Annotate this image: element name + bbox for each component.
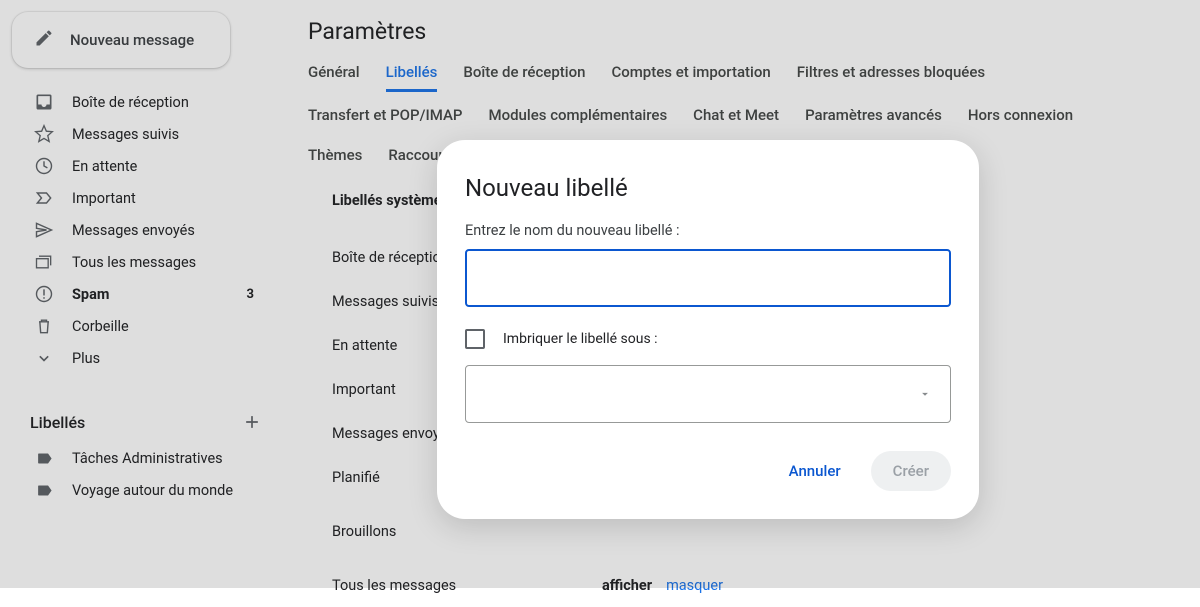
sidebar-item-label: Boîte de réception: [72, 94, 189, 111]
tab-general[interactable]: Général: [308, 63, 360, 92]
tab-accounts[interactable]: Comptes et importation: [611, 63, 770, 92]
tab-labels[interactable]: Libellés: [386, 63, 438, 92]
hide-link[interactable]: masquer: [666, 577, 723, 594]
chevron-down-icon: [34, 348, 54, 368]
nest-checkbox[interactable]: [465, 329, 485, 349]
send-icon: [34, 220, 54, 240]
tab-chat[interactable]: Chat et Meet: [693, 106, 779, 132]
sidebar-item-inbox[interactable]: Boîte de réception: [8, 86, 280, 118]
sidebar-item-starred[interactable]: Messages suivis: [8, 118, 280, 150]
page-title: Paramètres: [280, 18, 1200, 63]
sidebar-item-label: Messages envoyés: [72, 222, 195, 239]
stacked-mail-icon: [34, 252, 54, 272]
trash-icon: [34, 316, 54, 336]
tab-themes[interactable]: Thèmes: [308, 146, 362, 172]
pencil-icon: [34, 28, 54, 52]
create-button[interactable]: Créer: [871, 451, 951, 491]
label-icon: [34, 448, 54, 468]
important-icon: [34, 188, 54, 208]
sidebar-item-label: En attente: [72, 158, 137, 175]
new-label-dialog: Nouveau libellé Entrez le nom du nouveau…: [437, 140, 979, 519]
tab-filters[interactable]: Filtres et adresses bloquées: [797, 63, 985, 92]
user-label-text: Tâches Administratives: [72, 450, 223, 467]
show-link[interactable]: afficher: [602, 577, 652, 594]
spam-icon: [34, 284, 54, 304]
dropdown-icon: [918, 387, 932, 401]
sidebar-item-more[interactable]: Plus: [8, 342, 280, 374]
compose-label: Nouveau message: [70, 31, 194, 49]
sidebar-item-snoozed[interactable]: En attente: [8, 150, 280, 182]
inbox-icon: [34, 92, 54, 112]
add-label-button[interactable]: [242, 412, 262, 432]
sidebar-item-important[interactable]: Important: [8, 182, 280, 214]
tab-addons[interactable]: Modules complémentaires: [488, 106, 667, 132]
tab-inbox[interactable]: Boîte de réception: [463, 63, 585, 92]
name-field-label: Entrez le nom du nouveau libellé :: [465, 222, 951, 239]
compose-button[interactable]: Nouveau message: [12, 12, 230, 68]
tab-forwarding[interactable]: Transfert et POP/IMAP: [308, 106, 462, 132]
sidebar-item-allmail[interactable]: Tous les messages: [8, 246, 280, 278]
cancel-button[interactable]: Annuler: [767, 451, 863, 491]
sidebar: Nouveau message Boîte de réception Messa…: [0, 0, 280, 588]
sidebar-item-label: Spam: [72, 286, 109, 303]
sidebar-item-sent[interactable]: Messages envoyés: [8, 214, 280, 246]
star-icon: [34, 124, 54, 144]
sidebar-item-label: Messages suivis: [72, 126, 179, 143]
clock-icon: [34, 156, 54, 176]
sidebar-item-label: Plus: [72, 350, 100, 367]
label-name-input[interactable]: [465, 249, 951, 307]
dialog-title: Nouveau libellé: [437, 166, 979, 222]
parent-label-select[interactable]: [465, 365, 951, 423]
label-icon: [34, 480, 54, 500]
user-label-text: Voyage autour du monde: [72, 482, 233, 499]
sidebar-item-spam[interactable]: Spam 3: [8, 278, 280, 310]
sidebar-item-trash[interactable]: Corbeille: [8, 310, 280, 342]
tab-advanced[interactable]: Paramètres avancés: [805, 106, 942, 132]
nest-label: Imbriquer le libellé sous :: [503, 331, 658, 347]
labels-section-header: Libellés: [8, 402, 280, 442]
label-row: Tous les messages afficher masquer: [332, 563, 1200, 607]
sidebar-item-label: Corbeille: [72, 318, 129, 335]
user-label-item[interactable]: Voyage autour du monde: [8, 474, 280, 506]
user-label-item[interactable]: Tâches Administratives: [8, 442, 280, 474]
sidebar-badge: 3: [247, 287, 264, 302]
tab-offline[interactable]: Hors connexion: [968, 106, 1073, 132]
sidebar-item-label: Important: [72, 190, 136, 207]
sidebar-item-label: Tous les messages: [72, 254, 196, 271]
labels-title: Libellés: [30, 413, 85, 432]
